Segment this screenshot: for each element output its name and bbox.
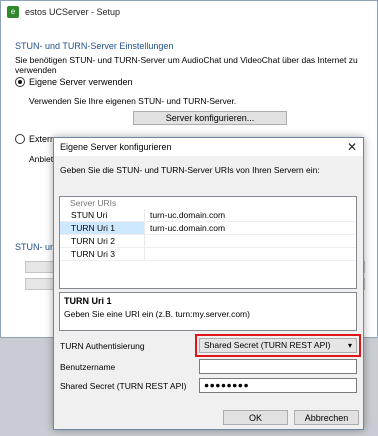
chevron-down-icon: ▾ (347, 341, 352, 350)
own-server-description: Verwenden Sie Ihre eigenen STUN- und TUR… (29, 96, 237, 106)
radio-button[interactable] (15, 134, 25, 144)
uri-value[interactable]: turn-uc.domain.com (145, 222, 356, 235)
close-icon[interactable]: ✕ (347, 141, 357, 153)
radio-button-selected[interactable] (15, 77, 25, 87)
table-row[interactable]: TURN Uri 1 turn-uc.domain.com (60, 222, 356, 235)
configure-servers-button[interactable]: Server konfigurieren... (133, 111, 287, 125)
table-row[interactable]: TURN Uri 3 (60, 248, 356, 261)
server-uri-table: Server URIs STUN Uri turn-uc.domain.com … (59, 196, 357, 289)
cancel-button[interactable]: Abbrechen (294, 410, 359, 425)
secret-field[interactable]: ●●●●●●●● (199, 378, 357, 393)
auth-select-value: Shared Secret (TURN REST API) (204, 340, 331, 350)
uri-value[interactable] (145, 248, 356, 261)
dialog-title: Eigene Server konfigurieren (60, 142, 172, 152)
app-icon: e (7, 6, 19, 18)
uri-value[interactable]: turn-uc.domain.com (145, 209, 356, 222)
window-title: estos UCServer - Setup (25, 7, 121, 17)
secret-label: Shared Secret (TURN REST API) (60, 381, 187, 391)
radio-own-server[interactable]: Eigene Server verwenden (15, 77, 133, 87)
table-row[interactable]: STUN Uri turn-uc.domain.com (60, 209, 356, 222)
dialog-instruction: Geben Sie die STUN- und TURN-Server URIs… (60, 165, 320, 175)
uri-name: TURN Uri 1 (60, 222, 145, 235)
auth-label: TURN Authentisierung (60, 341, 145, 351)
username-label: Benutzername (60, 362, 116, 372)
uri-name: TURN Uri 3 (60, 248, 145, 261)
configure-servers-dialog: Eigene Server konfigurieren ✕ Geben Sie … (53, 137, 364, 430)
uri-name: TURN Uri 2 (60, 235, 145, 248)
uri-name: STUN Uri (60, 209, 145, 222)
info-text: Geben Sie eine URI ein (z.B. turn:my.ser… (64, 309, 250, 319)
info-panel: TURN Uri 1 Geben Sie eine URI ein (z.B. … (59, 292, 357, 331)
radio-own-label: Eigene Server verwenden (29, 77, 133, 87)
username-field[interactable] (199, 359, 357, 374)
title-bar: e estos UCServer - Setup (1, 1, 377, 23)
auth-select[interactable]: Shared Secret (TURN REST API) ▾ (199, 338, 357, 353)
section-description: Sie benötigen STUN- und TURN-Server um A… (15, 55, 358, 75)
info-title: TURN Uri 1 (64, 296, 112, 306)
table-row[interactable]: TURN Uri 2 (60, 235, 356, 248)
uri-value[interactable] (145, 235, 356, 248)
ok-button[interactable]: OK (223, 410, 288, 425)
table-header: Server URIs (70, 198, 117, 208)
section-title: STUN- und TURN-Server Einstellungen (15, 41, 174, 51)
dialog-title-bar: Eigene Server konfigurieren ✕ (54, 138, 363, 156)
auth-highlight: Shared Secret (TURN REST API) ▾ (195, 334, 361, 357)
